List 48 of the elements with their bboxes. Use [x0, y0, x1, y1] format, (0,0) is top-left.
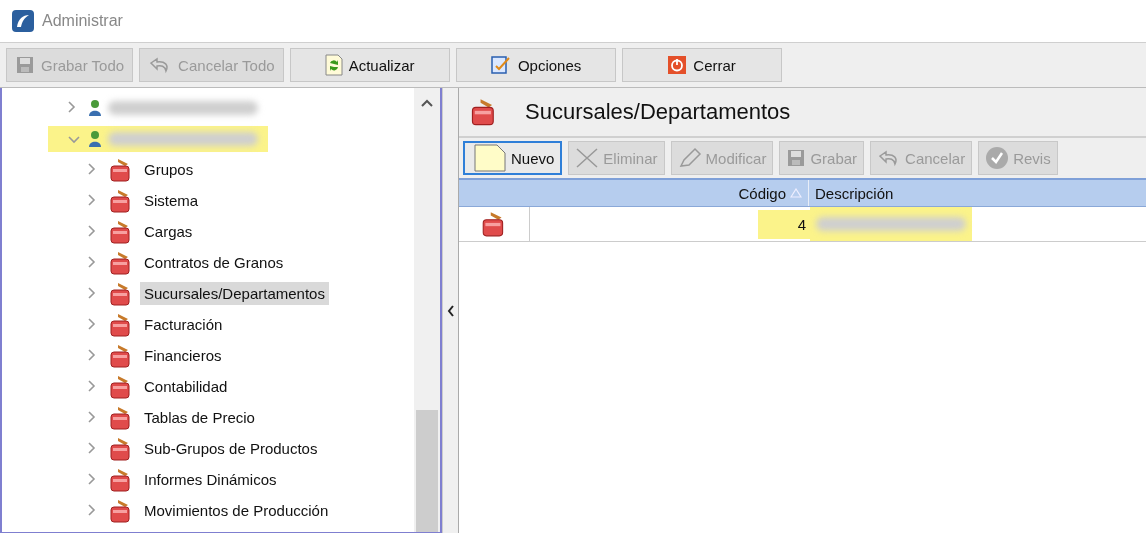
chevron-right-icon[interactable]	[88, 472, 96, 485]
tree-item[interactable]: Financieros	[140, 344, 226, 367]
tree-item[interactable]: Sub-Grupos de Productos	[140, 437, 322, 460]
tree-item[interactable]: Cargas	[140, 220, 197, 243]
tree-item[interactable]: Sistema	[140, 189, 203, 212]
user-icon	[88, 129, 102, 148]
chevron-right-icon[interactable]	[88, 410, 96, 423]
table-cell: 4	[757, 209, 810, 239]
toolbar-button[interactable]: Opciones	[455, 48, 616, 82]
chevron-right-icon[interactable]	[88, 317, 96, 330]
panel-title: Sucursales/Departamentos	[525, 99, 791, 125]
chevron-right-icon[interactable]	[88, 224, 96, 237]
chevron-right-icon[interactable]	[88, 503, 96, 516]
refresh-icon	[324, 54, 343, 76]
chevron-right-icon[interactable]	[88, 162, 96, 175]
scroll-up-icon[interactable]	[421, 98, 433, 108]
pencil-icon	[677, 147, 702, 169]
tree-item[interactable]: Tablas de Precio	[140, 406, 259, 429]
chevron-right-icon[interactable]	[88, 255, 96, 268]
toolbar-button[interactable]: Actualizar	[289, 48, 450, 82]
toolbar-button[interactable]: Nuevo	[463, 141, 563, 175]
check-icon	[985, 146, 1010, 170]
chevron-right-icon[interactable]	[88, 348, 96, 361]
user-icon	[88, 98, 102, 117]
tree-item[interactable]: Contratos de Granos	[140, 251, 288, 274]
chevron-right-icon[interactable]	[88, 441, 96, 454]
tree-item[interactable]: Sucursales/Departamentos	[140, 282, 329, 305]
chevron-right-icon[interactable]	[88, 286, 96, 299]
window-title: Administrar	[42, 12, 123, 30]
column-header[interactable]: Código	[738, 184, 786, 202]
options-icon	[489, 55, 512, 75]
app-logo-icon	[12, 10, 34, 32]
tree-item[interactable]: Contabilidad	[140, 375, 232, 398]
tree-item[interactable]: Facturación	[140, 313, 227, 336]
column-header[interactable]: Descripción	[815, 184, 894, 202]
tree-item[interactable]: Grupos	[140, 158, 198, 181]
tree-item[interactable]: Informes Dinámicos	[140, 468, 281, 491]
chevron-right-icon[interactable]	[88, 379, 96, 392]
new-document-icon	[471, 144, 507, 172]
collapse-left-icon[interactable]	[446, 305, 455, 317]
scrollbar-thumb[interactable]	[416, 410, 438, 532]
power-icon	[667, 55, 688, 75]
chevron-down-icon[interactable]	[68, 135, 80, 144]
toolbar-button[interactable]: Cerrar	[621, 48, 782, 82]
chevron-right-icon[interactable]	[88, 193, 96, 206]
chevron-right-icon[interactable]	[68, 100, 76, 113]
cross-icon	[575, 147, 600, 169]
tree-item[interactable]: Movimientos de Producción	[140, 499, 333, 522]
